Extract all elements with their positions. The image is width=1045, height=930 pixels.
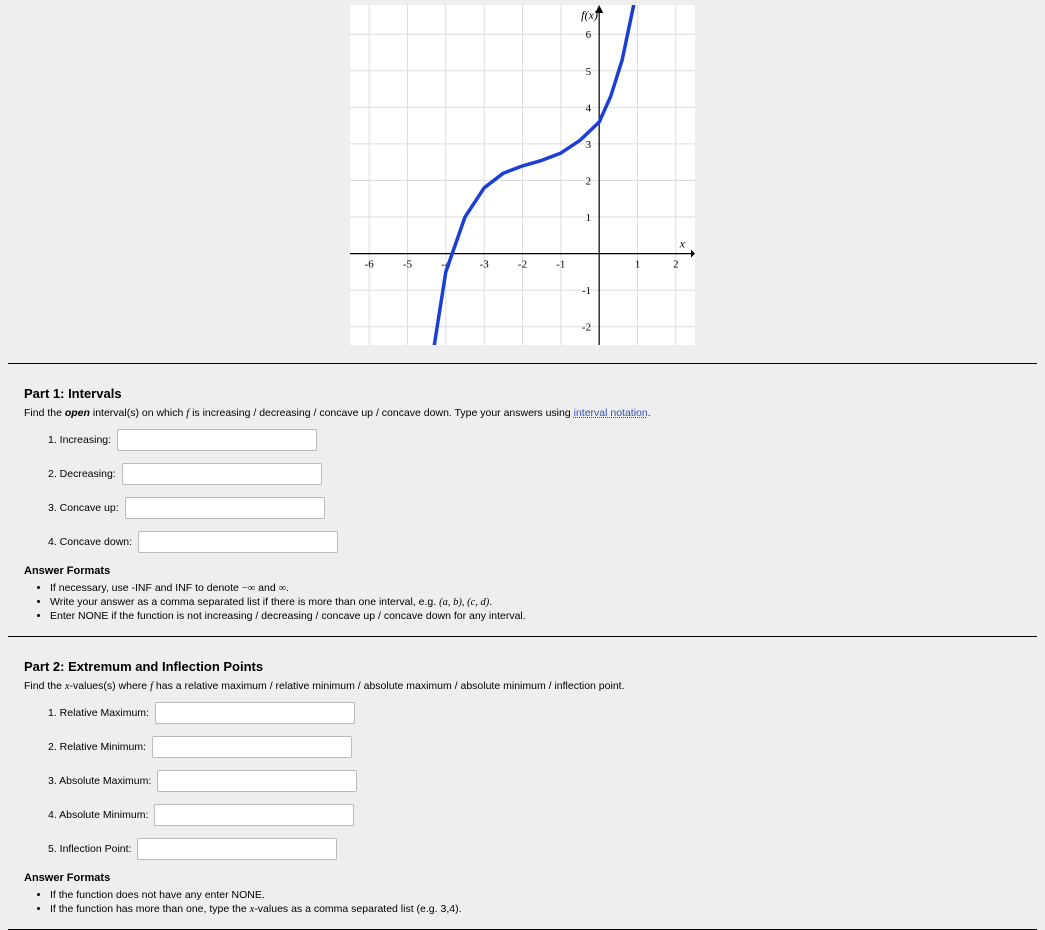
field-row: 1. Relative Maximum:: [48, 702, 1021, 724]
svg-text:1: 1: [635, 259, 641, 271]
field-label: 5. Inflection Point:: [48, 843, 131, 855]
part2-bullet-2: If the function has more than one, type …: [50, 903, 1021, 915]
field-label: 4. Absolute Minimum:: [48, 809, 148, 821]
function-graph: -6-5-4-3-2-112-2-1123456xf(x): [350, 5, 695, 345]
field-row: 2. Decreasing:: [48, 463, 1021, 485]
part1-bullet-2: Write your answer as a comma separated l…: [50, 596, 1021, 608]
field-label: 2. Decreasing:: [48, 468, 116, 480]
svg-text:-5: -5: [403, 259, 413, 271]
svg-text:6: 6: [586, 29, 592, 41]
answer-input[interactable]: [122, 463, 322, 485]
part1-answer-formats-heading: Answer Formats: [24, 565, 1021, 577]
field-label: 1. Relative Maximum:: [48, 707, 149, 719]
field-row: 5. Inflection Point:: [48, 838, 1021, 860]
part1-instruction: Find the open interval(s) on which f is …: [24, 407, 1021, 419]
svg-text:1: 1: [586, 212, 592, 224]
field-label: 4. Concave down:: [48, 536, 132, 548]
svg-text:3: 3: [586, 139, 592, 151]
field-label: 3. Concave up:: [48, 502, 119, 514]
part1-section: Part 1: Intervals Find the open interval…: [0, 364, 1045, 636]
svg-text:-1: -1: [582, 285, 591, 297]
part1-bullet-1: If necessary, use -INF and INF to denote…: [50, 582, 1021, 594]
answer-input[interactable]: [155, 702, 355, 724]
answer-input[interactable]: [157, 770, 357, 792]
svg-text:-6: -6: [365, 259, 375, 271]
svg-text:-3: -3: [480, 259, 490, 271]
part2-fields: 1. Relative Maximum: 2. Relative Minimum:…: [48, 702, 1021, 860]
svg-text:x: x: [679, 237, 686, 251]
field-row: 4. Concave down:: [48, 531, 1021, 553]
svg-text:-2: -2: [518, 259, 527, 271]
field-row: 1. Increasing:: [48, 429, 1021, 451]
answer-input[interactable]: [137, 838, 337, 860]
svg-text:-1: -1: [556, 259, 565, 271]
part1-heading: Part 1: Intervals: [24, 386, 1021, 401]
part1-bullet-3: Enter NONE if the function is not increa…: [50, 610, 1021, 622]
part1-fields: 1. Increasing: 2. Decreasing: 3. Concave u…: [48, 429, 1021, 553]
svg-text:2: 2: [586, 175, 592, 187]
answer-input[interactable]: [154, 804, 354, 826]
answer-input[interactable]: [138, 531, 338, 553]
part2-section: Part 2: Extremum and Inflection Points F…: [0, 637, 1045, 929]
part1-bullets: If necessary, use -INF and INF to denote…: [24, 582, 1021, 622]
field-label: 1. Increasing:: [48, 434, 111, 446]
field-row: 4. Absolute Minimum:: [48, 804, 1021, 826]
svg-text:-2: -2: [582, 322, 591, 334]
part2-instruction: Find the x-values(s) where f has a relat…: [24, 680, 1021, 692]
field-row: 2. Relative Minimum:: [48, 736, 1021, 758]
field-row: 3. Absolute Maximum:: [48, 770, 1021, 792]
field-label: 2. Relative Minimum:: [48, 741, 146, 753]
svg-text:5: 5: [586, 66, 592, 78]
interval-notation-link[interactable]: interval notation: [574, 407, 648, 419]
svg-text:f(x): f(x): [581, 8, 598, 22]
field-row: 3. Concave up:: [48, 497, 1021, 519]
svg-text:2: 2: [673, 259, 679, 271]
part2-bullet-1: If the function does not have any enter …: [50, 889, 1021, 901]
part2-answer-formats-heading: Answer Formats: [24, 872, 1021, 884]
part2-heading: Part 2: Extremum and Inflection Points: [24, 659, 1021, 674]
part2-bullets: If the function does not have any enter …: [24, 889, 1021, 915]
svg-text:4: 4: [586, 102, 592, 114]
answer-input[interactable]: [117, 429, 317, 451]
answer-input[interactable]: [125, 497, 325, 519]
field-label: 3. Absolute Maximum:: [48, 775, 151, 787]
answer-input[interactable]: [152, 736, 352, 758]
